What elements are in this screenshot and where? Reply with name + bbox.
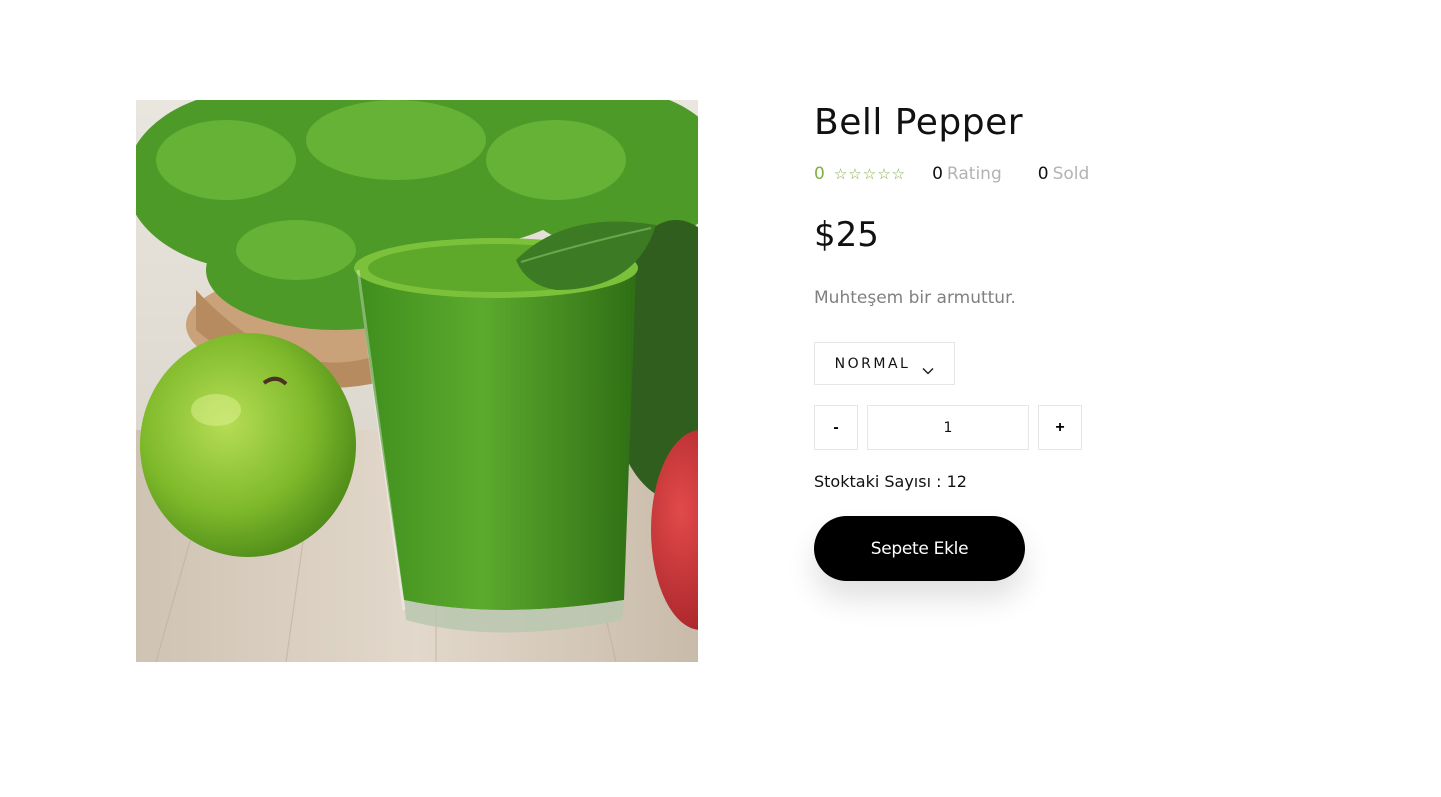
- star-icon[interactable]: ☆: [892, 166, 905, 182]
- product-price: $25: [814, 215, 879, 255]
- product-meta: 0 ☆ ☆ ☆ ☆ ☆ 0 Rating 0 Sold: [814, 162, 1089, 186]
- chevron-down-icon: [922, 360, 934, 374]
- quantity-input[interactable]: [867, 405, 1029, 450]
- star-icon[interactable]: ☆: [877, 166, 890, 182]
- quantity-increase-button[interactable]: +: [1038, 405, 1082, 450]
- product-detail-page: Bell Pepper 0 ☆ ☆ ☆ ☆ ☆ 0 Rating 0 Sold $25 …: [0, 0, 1441, 797]
- star-icon[interactable]: ☆: [834, 166, 847, 182]
- product-image: [136, 100, 698, 662]
- sold-count: 0: [1037, 164, 1049, 184]
- rating-label[interactable]: Rating: [947, 164, 1002, 184]
- product-title: Bell Pepper: [814, 102, 1024, 143]
- star-icon[interactable]: ☆: [848, 166, 861, 182]
- star-rating[interactable]: ☆ ☆ ☆ ☆ ☆: [834, 166, 905, 182]
- rating-count: 0: [932, 164, 943, 184]
- variant-select[interactable]: NORMAL: [814, 342, 955, 385]
- add-to-cart-button[interactable]: Sepete Ekle: [814, 516, 1025, 581]
- stock-count: Stoktaki Sayısı : 12: [814, 472, 967, 491]
- sold-label: Sold: [1052, 164, 1090, 184]
- product-description: Muhteşem bir armuttur.: [814, 288, 1016, 308]
- star-icon[interactable]: ☆: [863, 166, 876, 182]
- rating-score: 0: [814, 164, 825, 184]
- variant-selected-value: NORMAL: [834, 355, 911, 372]
- quantity-decrease-button[interactable]: -: [814, 405, 858, 450]
